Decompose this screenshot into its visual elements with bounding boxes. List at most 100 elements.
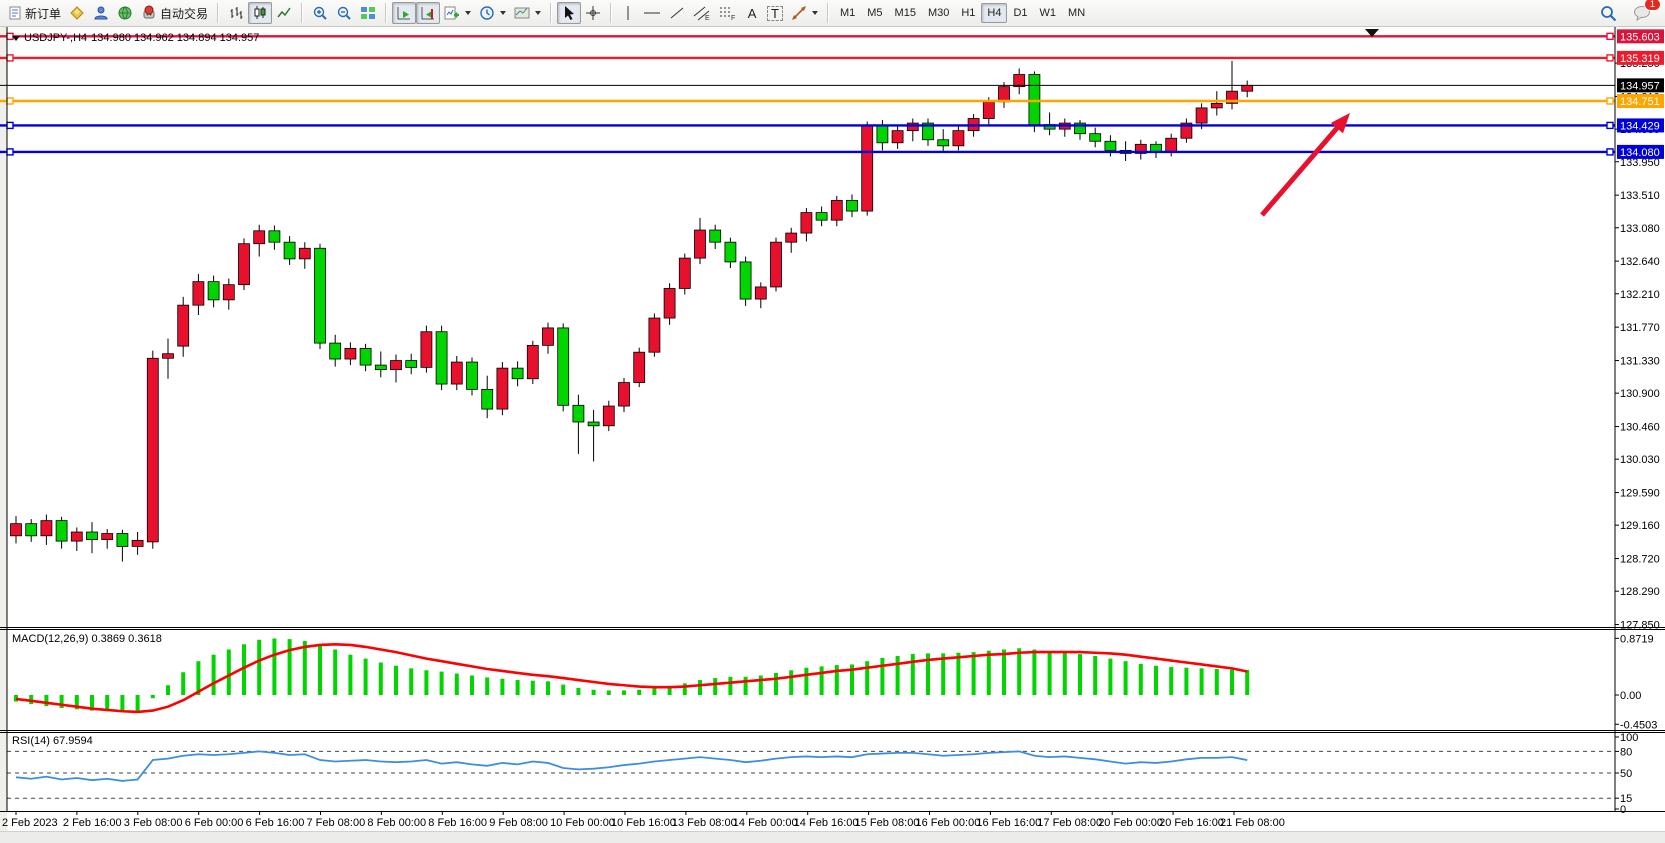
price-tick-label: 132.210 [1620,289,1660,301]
time-axis[interactable]: 2 Feb 20232 Feb 16:003 Feb 08:006 Feb 00… [2,812,1285,829]
notifications-button[interactable]: 1 [1629,2,1655,24]
candle-body [315,248,326,343]
zoom-in-button[interactable] [308,2,332,24]
candle-body [102,534,113,540]
periods-button[interactable] [475,2,510,24]
time-axis-label: 20 Feb 16:00 [1159,817,1224,829]
line-anchor-handle[interactable] [1607,149,1613,155]
price-tick-label: 130.460 [1620,422,1660,434]
candle-body [421,332,432,368]
price-scale[interactable]: 135.250134.810134.380133.950133.510133.0… [1615,58,1660,631]
candle-body [892,131,903,143]
market-watch-button[interactable] [65,2,89,24]
time-axis-label: 14 Feb 16:00 [794,817,859,829]
time-axis-label: 7 Feb 08:00 [307,817,366,829]
price-flag-text: 134.751 [1620,96,1660,108]
main-toolbar: 新订单 自动交易 [0,0,1665,27]
person-icon [93,5,109,21]
line-anchor-handle[interactable] [1607,33,1613,39]
auto-scroll-button[interactable] [392,2,416,24]
time-axis-label: 16 Feb 16:00 [976,817,1041,829]
candle-body [1029,75,1040,125]
candle-body [816,213,827,221]
fibonacci-icon: F [719,5,737,21]
time-axis-label: 6 Feb 16:00 [246,817,305,829]
candle-body [664,288,675,318]
candle-body [831,200,842,220]
zoom-out-button[interactable] [332,2,356,24]
candle-body [254,231,265,244]
macd-scale[interactable]: 0.87190.00-0.4503 [1615,633,1657,731]
candle-body [117,534,128,547]
one-click-trading-icon[interactable] [12,36,20,41]
macd-indicator-label: MACD(12,26,9) 0.3869 0.3618 [12,633,162,645]
zoom-toolbar [308,0,380,27]
timeframe-button-H4[interactable]: H4 [981,3,1007,23]
text-tool-button[interactable]: A [741,2,763,24]
line-anchor-handle[interactable] [7,149,13,155]
candlestick-chart-button[interactable] [248,2,272,24]
channel-button[interactable]: E [689,2,715,24]
text-icon: A [748,7,757,20]
price-tick-label: 133.510 [1620,190,1660,202]
crosshair-button[interactable] [581,2,605,24]
candle-body [953,131,964,146]
svg-text:E: E [705,15,710,21]
horizontal-line-icon [643,5,661,21]
templates-button[interactable] [510,2,545,24]
price-tick-label: 133.080 [1620,223,1660,235]
line-chart-button[interactable] [272,2,296,24]
candle-body [786,233,797,242]
timeframe-button-M30[interactable]: M30 [922,3,955,23]
candle-body [269,231,280,242]
line-anchor-handle[interactable] [1607,98,1613,104]
candle-body [938,140,949,146]
auto-trading-button[interactable]: 自动交易 [137,2,212,24]
candle-body [619,383,630,407]
line-anchor-handle[interactable] [7,122,13,128]
candle-body [71,532,82,541]
bar-chart-button[interactable] [224,2,248,24]
horizontal-line-button[interactable] [639,2,665,24]
candle-body [1211,103,1222,108]
new-order-button[interactable]: 新订单 [4,2,65,24]
vertical-line-button[interactable] [617,2,639,24]
candle-body [391,361,402,370]
text-label-button[interactable]: T [763,2,787,24]
chart-canvas[interactable]: 135.250134.810134.380133.950133.510133.0… [0,0,1665,843]
line-anchor-handle[interactable] [7,98,13,104]
timeframe-button-M15[interactable]: M15 [889,3,922,23]
cursor-button[interactable] [557,2,581,24]
auto-scroll-icon [396,5,412,21]
line-chart-icon [276,5,292,21]
timeframe-button-M1[interactable]: M1 [834,3,861,23]
candle-body [330,343,341,359]
candle-body [284,242,295,259]
time-axis-label: 16 Feb 00:00 [916,817,981,829]
line-anchor-handle[interactable] [7,55,13,61]
timeframe-button-H1[interactable]: H1 [955,3,981,23]
horizontal-lines[interactable] [0,33,1615,155]
candle-body [467,362,478,389]
arrows-tool-button[interactable] [787,2,822,24]
timeframe-button-MN[interactable]: MN [1062,3,1091,23]
signals-button[interactable] [113,2,137,24]
gold-icon [69,5,85,21]
timeframe-button-W1[interactable]: W1 [1034,3,1063,23]
arrow-annotation[interactable] [1262,121,1343,215]
price-tick-label: 131.770 [1620,322,1660,334]
timeframe-button-D1[interactable]: D1 [1007,3,1033,23]
accounts-button[interactable] [89,2,113,24]
indicators-button[interactable] [440,2,475,24]
search-button[interactable] [1596,2,1621,24]
candle-body [1090,134,1101,142]
line-anchor-handle[interactable] [1607,122,1613,128]
line-anchor-handle[interactable] [1607,55,1613,61]
fibonacci-button[interactable]: F [715,2,741,24]
tile-windows-button[interactable] [356,2,380,24]
chart-shift-button[interactable] [416,2,440,24]
candle-body [406,361,417,368]
trendline-button[interactable] [665,2,689,24]
timeframe-button-M5[interactable]: M5 [861,3,888,23]
rsi-scale[interactable]: 1008050150 [1615,732,1638,816]
